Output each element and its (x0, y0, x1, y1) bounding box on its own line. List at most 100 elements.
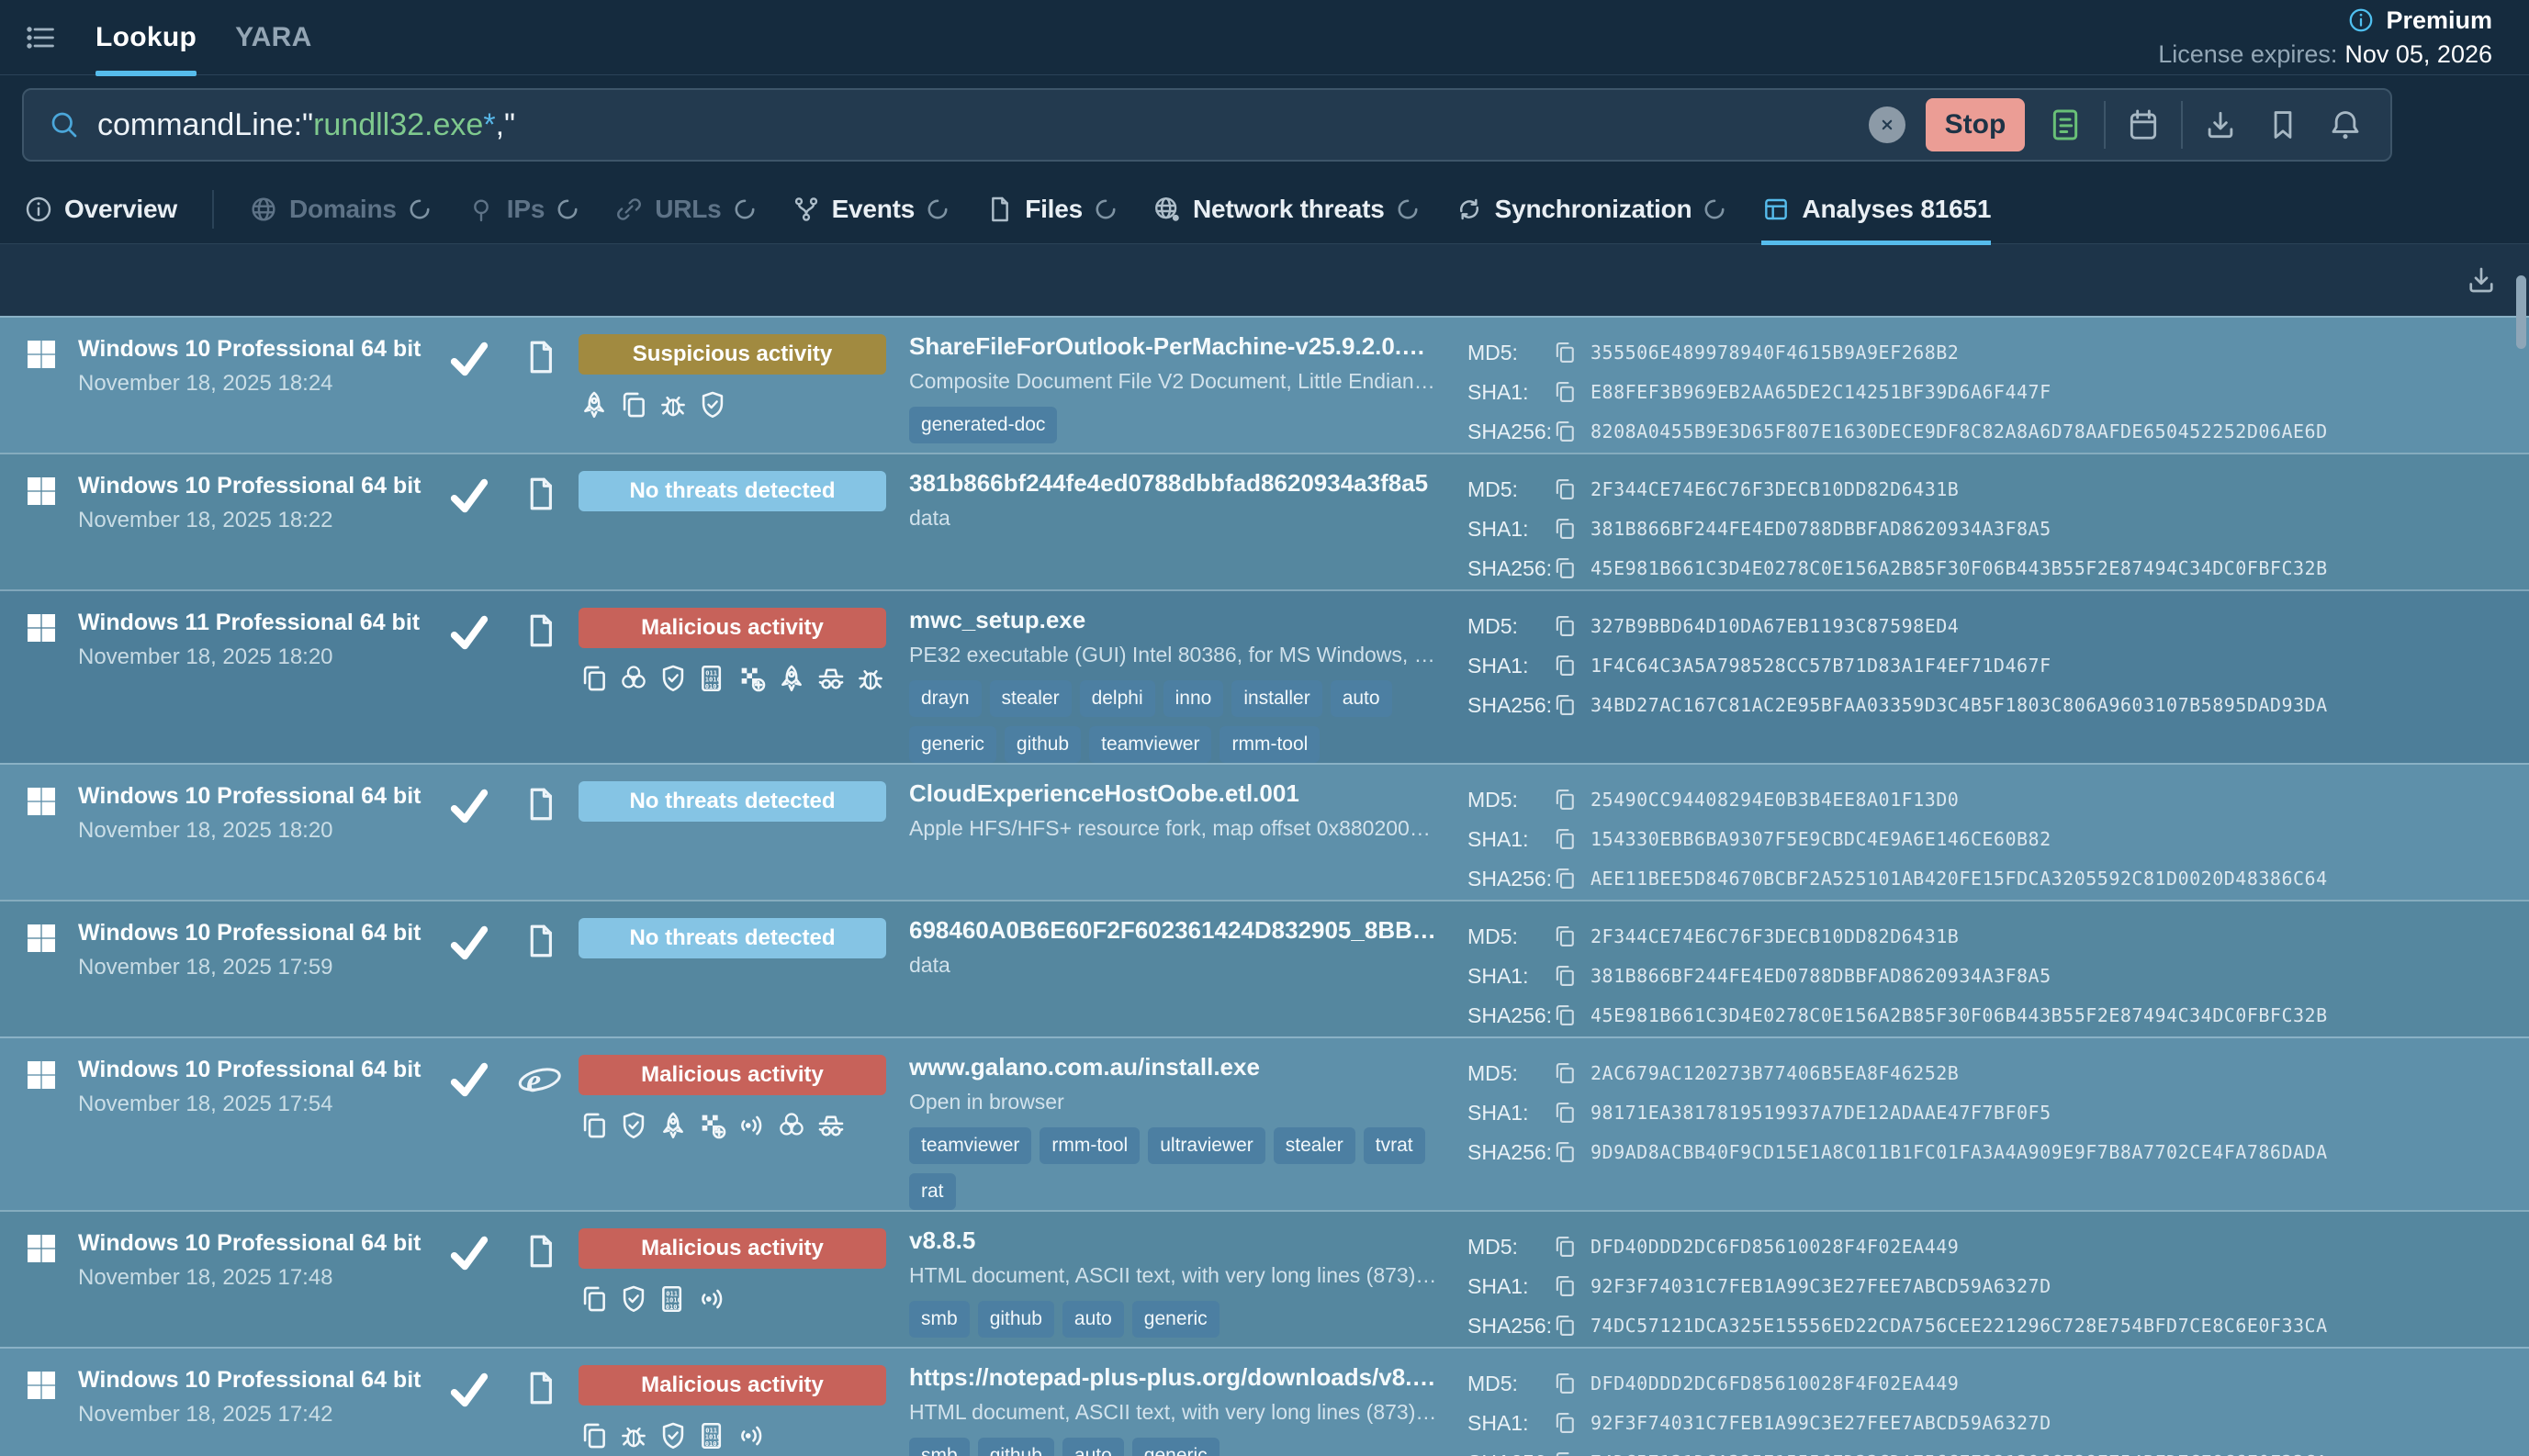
file-type-column (507, 454, 573, 589)
copy-hash-button[interactable] (1552, 1100, 1578, 1126)
file-type-column (507, 591, 573, 763)
tag-ultraviewer[interactable]: ultraviewer (1148, 1127, 1265, 1164)
tab-ips[interactable]: IPs (466, 174, 579, 244)
file-name[interactable]: 381b866bf244fe4ed0788dbbfad8620934a3f8a5 (909, 469, 1440, 498)
copy-hash-button[interactable] (1552, 692, 1578, 718)
report-icon[interactable] (2047, 106, 2084, 143)
file-name[interactable]: v8.8.5 (909, 1226, 1440, 1255)
file-name[interactable]: www.galano.com.au/install.exe (909, 1053, 1440, 1081)
tag-delphi[interactable]: delphi (1080, 680, 1155, 717)
tag-rmm-tool[interactable]: rmm-tool (1220, 726, 1320, 763)
tag-generic[interactable]: generic (1132, 1301, 1220, 1338)
copy-hash-button[interactable] (1552, 1371, 1578, 1396)
file-name[interactable]: ShareFileForOutlook-PerMachine-v25.9.2.0… (909, 332, 1440, 361)
tab-files[interactable]: Files (984, 174, 1118, 244)
tag-stealer[interactable]: stealer (990, 680, 1072, 717)
menu-icon[interactable] (24, 21, 57, 54)
tag-stealer[interactable]: stealer (1274, 1127, 1355, 1164)
bell-icon[interactable] (2328, 107, 2363, 142)
clear-search-button[interactable] (1869, 106, 1905, 143)
tab-synchronization[interactable]: Synchronization (1455, 174, 1727, 244)
copy-hash-button[interactable] (1552, 1139, 1578, 1165)
copy-hash-button[interactable] (1552, 476, 1578, 502)
tag-auto[interactable]: auto (1062, 1301, 1124, 1338)
tag-github[interactable]: github (978, 1438, 1054, 1456)
search-input[interactable]: commandLine:"rundll32.exe*," Stop (22, 88, 2392, 162)
tag-generic[interactable]: generic (1132, 1438, 1220, 1456)
threat-icon-copy (579, 1283, 610, 1315)
stop-button[interactable]: Stop (1926, 98, 2025, 151)
copy-hash-button[interactable] (1552, 1410, 1578, 1436)
copy-hash-button[interactable] (1552, 1234, 1578, 1260)
copy-hash-button[interactable] (1552, 1273, 1578, 1299)
tab-label: Analyses 81651 (1802, 195, 1991, 224)
copy-hash-button[interactable] (1552, 516, 1578, 542)
analysis-row[interactable]: Windows 10 Professional 64 bitNovember 1… (0, 1036, 2529, 1210)
tab-analyses-81651[interactable]: Analyses 81651 (1761, 174, 1991, 244)
analysis-row[interactable]: Windows 10 Professional 64 bitNovember 1… (0, 763, 2529, 900)
tag-installer[interactable]: installer (1231, 680, 1321, 717)
file-name[interactable]: mwc_setup.exe (909, 606, 1440, 634)
hash-line: MD5:25490CC94408294E0B3B4EE8A01F13D0 (1467, 781, 2529, 818)
sync-icon (1455, 195, 1484, 224)
sha256-value: 8208A0455B9E3D65F807E1630DECE9DF8C82A8A6… (1590, 420, 2328, 442)
tag-github[interactable]: github (978, 1301, 1054, 1338)
tag-smb[interactable]: smb (909, 1301, 970, 1338)
tag-teamviewer[interactable]: teamviewer (1089, 726, 1211, 763)
copy-hash-button[interactable] (1552, 379, 1578, 405)
copy-hash-button[interactable] (1552, 826, 1578, 852)
tag-auto[interactable]: auto (1331, 680, 1392, 717)
copy-hash-button[interactable] (1552, 866, 1578, 891)
copy-hash-button[interactable] (1552, 653, 1578, 678)
scrollbar-thumb[interactable] (2516, 275, 2526, 349)
copy-hash-button[interactable] (1552, 1313, 1578, 1338)
windows-icon (23, 1367, 60, 1404)
document-icon (521, 611, 559, 650)
tag-tvrat[interactable]: tvrat (1364, 1127, 1425, 1164)
tab-domains[interactable]: Domains (249, 174, 432, 244)
tag-rmm-tool[interactable]: rmm-tool (1040, 1127, 1140, 1164)
tab-network-threats[interactable]: Network threats (1152, 174, 1420, 244)
copy-hash-button[interactable] (1552, 613, 1578, 639)
copy-hash-button[interactable] (1552, 1060, 1578, 1086)
tag-smb[interactable]: smb (909, 1438, 970, 1456)
tab-events[interactable]: Events (792, 174, 950, 244)
export-icon[interactable] (2465, 263, 2498, 297)
tag-rat[interactable]: rat (909, 1173, 956, 1210)
analysis-row[interactable]: Windows 10 Professional 64 bitNovember 1… (0, 1210, 2529, 1347)
tab-urls[interactable]: URLs (614, 174, 756, 244)
search-query-part: ," (496, 107, 516, 142)
analysis-row[interactable]: Windows 10 Professional 64 bitNovember 1… (0, 900, 2529, 1036)
file-name[interactable]: 698460A0B6E60F2F602361424D832905_8BB23D4… (909, 916, 1440, 945)
calendar-icon[interactable] (2126, 107, 2161, 142)
copy-hash-button[interactable] (1552, 340, 1578, 365)
tag-github[interactable]: github (1005, 726, 1081, 763)
analysis-row[interactable]: Windows 10 Professional 64 bitNovember 1… (0, 316, 2529, 453)
copy-hash-button[interactable] (1552, 787, 1578, 812)
tab-lookup[interactable]: Lookup (96, 0, 197, 75)
copy-hash-button[interactable] (1552, 419, 1578, 444)
tag-teamviewer[interactable]: teamviewer (909, 1127, 1031, 1164)
copy-hash-button[interactable] (1552, 963, 1578, 989)
search-query[interactable]: commandLine:"rundll32.exe*," (97, 107, 1869, 143)
analysis-row[interactable]: Windows 10 Professional 64 bitNovember 1… (0, 1347, 2529, 1456)
analysis-row[interactable]: Windows 10 Professional 64 bitNovember 1… (0, 453, 2529, 589)
verdict-column: Malicious activity01110100101 (573, 1212, 896, 1347)
copy-hash-button[interactable] (1552, 924, 1578, 949)
download-icon[interactable] (2203, 107, 2238, 142)
analysis-row[interactable]: Windows 11 Professional 64 bitNovember 1… (0, 589, 2529, 763)
tag-generic[interactable]: generic (909, 726, 996, 763)
tag-auto[interactable]: auto (1062, 1438, 1124, 1456)
bookmark-icon[interactable] (2265, 107, 2300, 142)
tab-yara[interactable]: YARA (235, 0, 311, 75)
copy-hash-button[interactable] (1552, 555, 1578, 581)
tag-drayn[interactable]: drayn (909, 680, 982, 717)
file-name[interactable]: https://notepad-plus-plus.org/downloads/… (909, 1363, 1440, 1392)
file-name[interactable]: CloudExperienceHostOobe.etl.001 (909, 779, 1440, 808)
svg-text:e: e (526, 1062, 541, 1099)
tab-overview[interactable]: Overview (24, 174, 177, 244)
copy-hash-button[interactable] (1552, 1450, 1578, 1456)
tag-inno[interactable]: inno (1163, 680, 1224, 717)
copy-hash-button[interactable] (1552, 1002, 1578, 1028)
tag-generated-doc[interactable]: generated-doc (909, 407, 1057, 443)
